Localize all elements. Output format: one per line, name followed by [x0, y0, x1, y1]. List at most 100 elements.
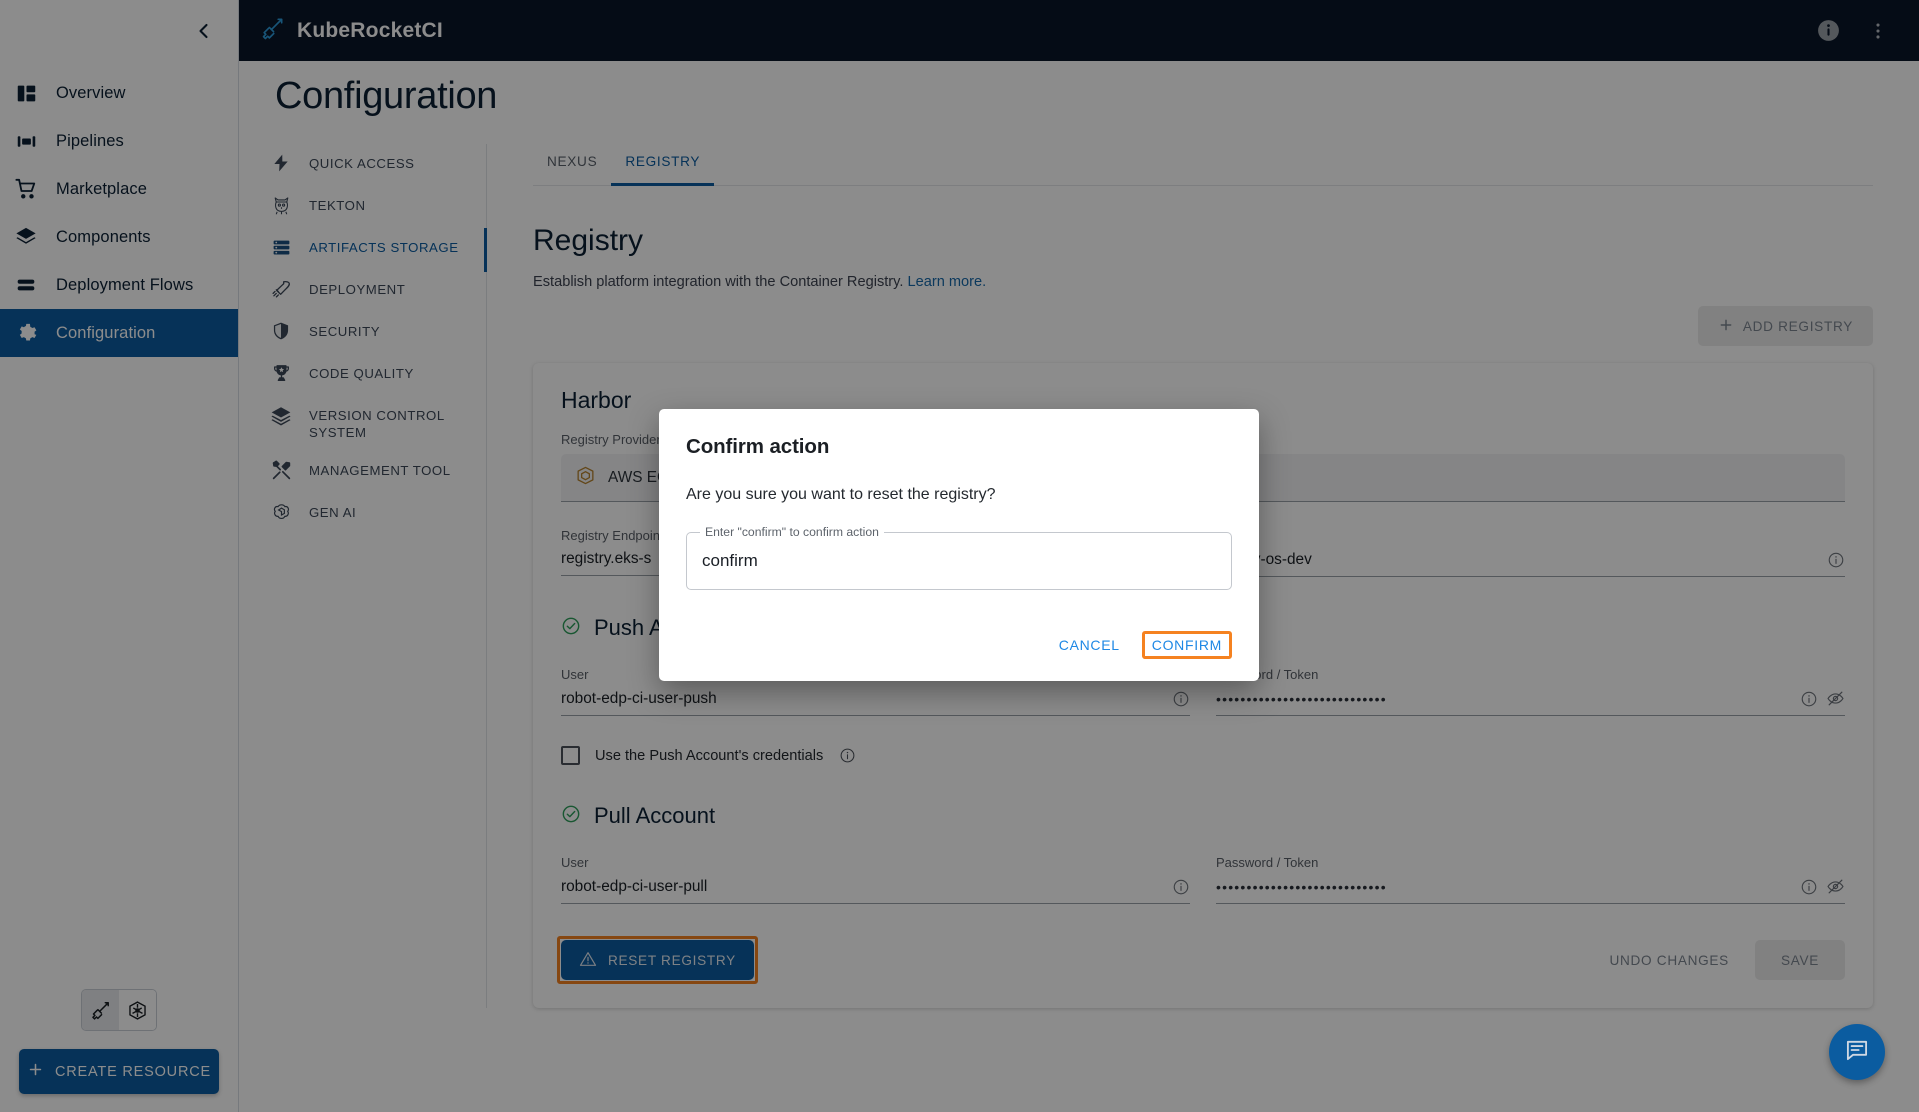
create-resource-button[interactable]: CREATE RESOURCE — [19, 1049, 219, 1094]
dialog-title: Confirm action — [686, 435, 1232, 459]
subnav-item-version-control-system[interactable]: VERSION CONTROL SYSTEM — [261, 396, 487, 451]
reset-registry-label: RESET REGISTRY — [608, 953, 736, 968]
pipelines-icon — [12, 127, 40, 155]
top-bar: KubeRocketCI — [239, 0, 1919, 61]
dialog-actions: CANCEL CONFIRM — [686, 590, 1232, 681]
openai-icon — [269, 502, 293, 523]
confirm-text-field: Enter "confirm" to confirm action — [686, 532, 1232, 590]
section-title: Registry — [533, 224, 1873, 258]
push-password-field: Password / Token •••••••••••••••••••••••… — [1216, 667, 1845, 716]
cancel-button[interactable]: CANCEL — [1049, 629, 1130, 661]
use-push-credentials-row[interactable]: Use the Push Account's credentials — [561, 716, 1845, 765]
check-circle-icon — [561, 804, 581, 829]
card-footer-actions: UNDO CHANGES SAVE — [1596, 940, 1846, 980]
registry-space-input[interactable]: elivery-os-dev — [1216, 550, 1845, 577]
registry-space-value: elivery-os-dev — [1216, 551, 1818, 569]
plus-icon — [1718, 317, 1734, 336]
subnav-item-deployment[interactable]: DEPLOYMENT — [261, 270, 487, 312]
tools-icon — [269, 460, 293, 481]
layers-icon — [269, 405, 293, 427]
aws-ecr-icon — [575, 465, 596, 491]
section-description-text: Establish platform integration with the … — [533, 274, 903, 290]
push-password-label: Password / Token — [1216, 667, 1845, 689]
subnav-item-label: QUICK ACCESS — [309, 153, 415, 173]
pull-password-field: Password / Token •••••••••••••••••••••••… — [1216, 855, 1845, 904]
info-outline-icon[interactable] — [1171, 689, 1190, 708]
push-user-value: robot-edp-ci-user-push — [561, 690, 1163, 708]
chevron-left-icon[interactable] — [190, 18, 216, 44]
sidebar-item-label: Pipelines — [56, 132, 124, 151]
subnav-item-label: TEKTON — [309, 195, 366, 215]
sword-icon[interactable] — [82, 990, 119, 1030]
add-registry-label: ADD REGISTRY — [1743, 319, 1853, 334]
pull-user-input[interactable]: robot-edp-ci-user-pull — [561, 877, 1190, 904]
subnav-item-tekton[interactable]: TEKTON — [261, 186, 487, 228]
sidebar-item-pipelines[interactable]: Pipelines — [0, 117, 238, 165]
subnav-item-label: MANAGEMENT TOOL — [309, 460, 451, 480]
subnav-item-quick-access[interactable]: QUICK ACCESS — [261, 144, 487, 186]
pull-user-field: User robot-edp-ci-user-pull — [561, 855, 1190, 904]
pull-password-input[interactable]: •••••••••••••••••••••••••••• — [1216, 877, 1845, 904]
push-password-input[interactable]: •••••••••••••••••••••••••••• — [1216, 689, 1845, 716]
check-circle-icon — [561, 616, 581, 641]
pull-user-label: User — [561, 855, 1190, 877]
more-vertical-icon[interactable] — [1861, 14, 1895, 48]
plus-icon — [27, 1061, 44, 1082]
pull-password-label: Password / Token — [1216, 855, 1845, 877]
dialog-message: Are you sure you want to reset the regis… — [686, 459, 1232, 504]
registry-space-label: Space — [1216, 528, 1845, 550]
create-resource-label: CREATE RESOURCE — [55, 1064, 211, 1080]
cluster-switcher[interactable] — [81, 989, 157, 1031]
info-outline-icon[interactable] — [1799, 877, 1818, 896]
info-icon[interactable] — [1811, 14, 1845, 48]
info-outline-icon[interactable] — [1171, 877, 1190, 896]
pull-user-value: robot-edp-ci-user-pull — [561, 878, 1163, 896]
sidebar-item-components[interactable]: Components — [0, 213, 238, 261]
secondary-nav: QUICK ACCESS TEKTON ARTIFACTS STORAGE — [239, 144, 487, 1008]
subnav-item-code-quality[interactable]: CODE QUALITY — [261, 354, 487, 396]
sidebar-item-deployment-flows[interactable]: Deployment Flows — [0, 261, 238, 309]
save-button[interactable]: SAVE — [1755, 940, 1845, 980]
layers-icon — [12, 223, 40, 251]
chat-fab-button[interactable] — [1829, 1024, 1885, 1080]
tab-nexus[interactable]: NEXUS — [533, 144, 611, 185]
sidebar-item-marketplace[interactable]: Marketplace — [0, 165, 238, 213]
use-push-credentials-checkbox[interactable] — [561, 746, 580, 765]
registry-space-field: Space elivery-os-dev — [1216, 528, 1845, 577]
subnav-item-management-tool[interactable]: MANAGEMENT TOOL — [261, 451, 487, 493]
chat-icon — [1844, 1037, 1870, 1068]
eye-off-icon[interactable] — [1826, 877, 1845, 896]
brand[interactable]: KubeRocketCI — [239, 16, 443, 46]
info-outline-icon[interactable] — [1799, 689, 1818, 708]
brand-name: KubeRocketCI — [297, 19, 443, 43]
push-user-input[interactable]: robot-edp-ci-user-push — [561, 689, 1190, 716]
subnav-item-label: GEN AI — [309, 502, 356, 522]
info-outline-icon[interactable] — [838, 746, 857, 765]
undo-changes-button[interactable]: UNDO CHANGES — [1596, 940, 1743, 980]
sidebar-item-overview[interactable]: Overview — [0, 69, 238, 117]
subnav-item-label: CODE QUALITY — [309, 363, 414, 383]
deployment-flows-icon — [12, 271, 40, 299]
reset-registry-button[interactable]: RESET REGISTRY — [561, 940, 754, 980]
pull-account-title: Pull Account — [594, 803, 715, 829]
add-registry-button[interactable]: ADD REGISTRY — [1698, 306, 1873, 346]
tab-bar: NEXUS REGISTRY — [533, 144, 1873, 186]
bolt-icon — [269, 153, 293, 173]
learn-more-link[interactable]: Learn more. — [908, 274, 987, 290]
sidebar-item-configuration[interactable]: Configuration — [0, 309, 238, 357]
tekton-cat-icon — [269, 195, 293, 216]
subnav-item-security[interactable]: SECURITY — [261, 312, 487, 354]
subnav-item-gen-ai[interactable]: GEN AI — [261, 493, 487, 535]
confirm-button[interactable]: CONFIRM — [1142, 629, 1232, 661]
primary-sidebar: Overview Pipelines Marketplace — [0, 0, 239, 1112]
tab-registry[interactable]: REGISTRY — [611, 144, 714, 185]
info-outline-icon[interactable] — [1826, 550, 1845, 569]
push-password-value: •••••••••••••••••••••••••••• — [1216, 691, 1791, 707]
eye-off-icon[interactable] — [1826, 689, 1845, 708]
use-push-credentials-label: Use the Push Account's credentials — [595, 748, 823, 764]
subnav-item-artifacts-storage[interactable]: ARTIFACTS STORAGE — [261, 228, 487, 270]
shield-icon — [269, 321, 293, 341]
kubernetes-icon[interactable] — [119, 990, 156, 1030]
confirm-text-input[interactable] — [687, 533, 1231, 589]
sidebar-footer: CREATE RESOURCE — [0, 989, 238, 1112]
